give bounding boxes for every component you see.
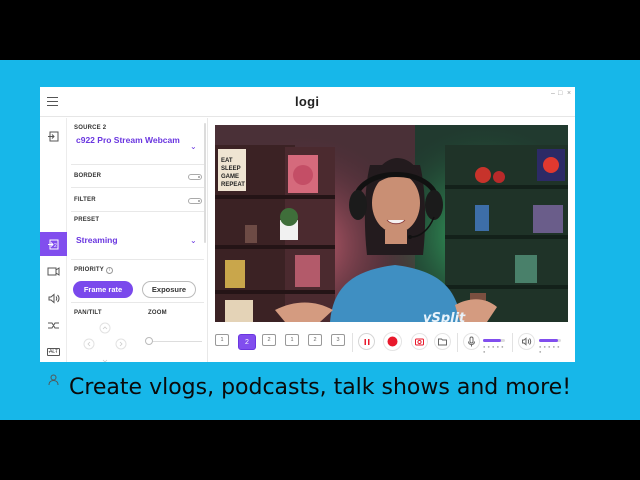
chevron-down-icon[interactable]: ⌄ [190, 142, 197, 151]
svg-text:2: 2 [54, 243, 57, 249]
maximize-button[interactable]: □ [558, 90, 562, 97]
svg-text:EAT: EAT [221, 158, 233, 164]
letterbox-bottom [0, 420, 640, 480]
exposure-button[interactable]: Exposure [142, 281, 196, 298]
microphone-icon [463, 333, 480, 350]
svg-text:GAME: GAME [221, 174, 239, 180]
toolbar-divider [512, 333, 513, 352]
mic-volume-slider[interactable] [483, 339, 505, 342]
zoom-slider-track[interactable] [148, 341, 202, 342]
svg-text:REPEAT: REPEAT [221, 182, 245, 188]
camera-feed-image: EAT SLEEP GAME REPEAT vSplit [215, 125, 568, 322]
info-icon[interactable]: i [106, 267, 113, 274]
preset-dropdown[interactable]: Streaming [76, 235, 118, 245]
priority-label: PRIORITY [74, 267, 104, 273]
source-2-icon: 2 [48, 239, 59, 249]
speaker-icon [518, 333, 535, 350]
shirt-text: vSplit [423, 311, 466, 322]
toolbar-divider [457, 333, 458, 352]
camera-preview: EAT SLEEP GAME REPEAT vSplit [215, 125, 568, 322]
sidebar-item-source-1[interactable] [40, 124, 67, 148]
record-icon [383, 332, 402, 351]
minimize-button[interactable]: – [551, 90, 555, 97]
scene-pip-right-button[interactable]: 1 [285, 334, 299, 346]
divider [71, 302, 204, 303]
sidebar-item-transitions[interactable] [40, 313, 67, 337]
filter-label: FILTER [74, 197, 96, 203]
camera-icon [411, 333, 428, 350]
app-logo: logi [295, 94, 320, 109]
divider [71, 164, 204, 165]
source-dropdown[interactable]: c922 Pro Stream Webcam [76, 135, 181, 145]
transitions-icon [48, 322, 59, 328]
letterbox-top [0, 0, 640, 60]
sidebar-item-camera[interactable] [40, 259, 67, 283]
scene-full-button[interactable]: 3 [331, 334, 345, 346]
source-1-icon [48, 131, 59, 141]
folder-icon [434, 333, 451, 350]
preset-label: PRESET [74, 217, 100, 223]
sidebar-rail: 2 ALT ... [40, 118, 67, 385]
menu-icon[interactable] [47, 97, 58, 106]
record-button[interactable] [383, 332, 402, 351]
chevron-down-icon[interactable]: ⌄ [190, 236, 197, 245]
scene-2-button[interactable]: 2 [238, 334, 256, 350]
source-label: SOURCE 2 [74, 125, 107, 131]
microphone-button[interactable] [463, 333, 480, 350]
speaker-icon [48, 292, 60, 304]
sidebar-item-source-2[interactable]: 2 [40, 232, 67, 256]
promo-caption: Create vlogs, podcasts, talk shows and m… [68, 375, 572, 400]
camera-icon [47, 266, 60, 276]
speaker-volume-slider[interactable] [539, 339, 561, 342]
pan-tilt-label: PAN/TILT [74, 310, 102, 316]
source-settings-panel: SOURCE 2 c922 Pro Stream Webcam ⌄ BORDER… [67, 87, 207, 362]
speaker-level-meter: ● ● ● ● ● ● [539, 344, 561, 354]
control-toolbar: 1 2 2 1 2 3 ● ● ● ● ● ● ● ● ● ● ● ● [207, 323, 575, 362]
sidebar-item-audio[interactable] [40, 286, 67, 310]
scene-pip-left-button[interactable]: 2 [262, 334, 276, 346]
panel-scrollbar[interactable] [204, 123, 206, 243]
svg-text:SLEEP: SLEEP [221, 166, 241, 172]
divider [71, 187, 204, 188]
filter-toggle[interactable] [188, 198, 202, 204]
divider [71, 259, 204, 260]
scene-split-button[interactable]: 2 [308, 334, 322, 346]
border-toggle[interactable] [188, 174, 202, 180]
scene-1-button[interactable]: 1 [215, 334, 229, 346]
open-folder-button[interactable] [434, 333, 451, 350]
pan-tilt-control[interactable] [79, 320, 131, 362]
promo-stage: logi – □ × 2 ALT ... SOURCE 2 c922 Pro S… [0, 60, 640, 420]
more-options-button[interactable]: ... [48, 344, 59, 354]
zoom-slider-handle[interactable] [145, 337, 153, 345]
app-window: logi – □ × 2 ALT ... SOURCE 2 c922 Pro S… [40, 87, 575, 385]
snapshot-button[interactable] [411, 333, 428, 350]
zoom-label: ZOOM [148, 310, 167, 316]
border-label: BORDER [74, 173, 102, 179]
toolbar-divider [352, 333, 353, 352]
pause-icon [364, 338, 369, 345]
divider [71, 211, 204, 212]
mic-level-meter: ● ● ● ● ● ● [483, 344, 505, 354]
frame-rate-button[interactable]: Frame rate [73, 281, 133, 298]
close-button[interactable]: × [567, 90, 571, 97]
speaker-button[interactable] [518, 333, 535, 350]
pause-button[interactable] [358, 333, 375, 350]
